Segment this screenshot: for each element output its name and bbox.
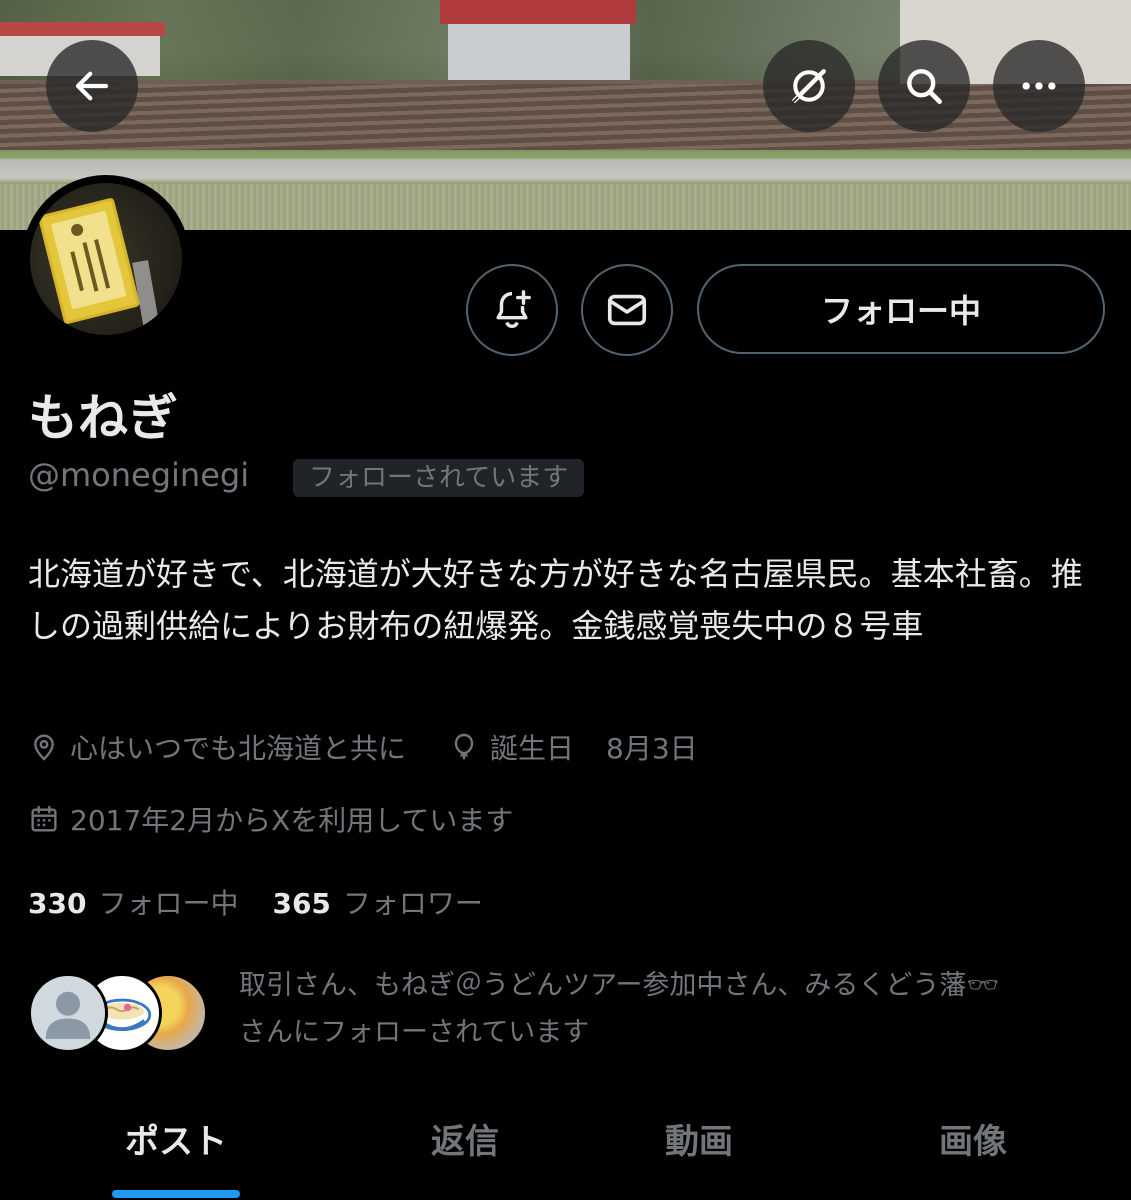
location-text: 心はいつでも北海道と共に <box>70 732 407 765</box>
joined-row: 2017年2月からXを利用しています <box>28 799 513 839</box>
tab-media[interactable]: 画像 <box>908 1114 1038 1163</box>
grok-button[interactable] <box>763 40 855 132</box>
joined: 2017年2月からXを利用しています <box>28 799 513 839</box>
profile-banner[interactable] <box>0 0 1131 230</box>
followers-stat[interactable]: 365 フォロワー <box>272 882 482 922</box>
avatar <box>28 973 108 1053</box>
back-button[interactable] <box>46 40 138 132</box>
profile-bio: 北海道が好きで、北海道が大好きな方が好きな名古屋県民。基本社畜。推しの過剰供給に… <box>28 555 1083 645</box>
more-horizontal-icon <box>1022 82 1056 90</box>
profile-avatar[interactable] <box>22 175 190 343</box>
banner-barn-roof <box>440 0 636 24</box>
banner-shed-roof <box>0 22 165 36</box>
following-count: 330 <box>28 887 87 920</box>
birthday-value: 8月3日 <box>606 732 698 765</box>
birthday: 誕生日 8月3日 <box>448 727 698 767</box>
following-button[interactable]: フォロー中 <box>697 264 1105 354</box>
mail-icon <box>607 294 647 326</box>
search-button[interactable] <box>878 40 970 132</box>
display-name: もねぎ <box>28 389 178 447</box>
balloon-icon <box>454 733 474 760</box>
more-button[interactable] <box>993 40 1085 132</box>
message-button[interactable] <box>581 264 673 356</box>
joined-text: 2017年2月からXを利用しています <box>70 804 514 837</box>
follow-stats: 330 フォロー中 365 フォロワー <box>28 882 483 922</box>
tab-posts[interactable]: ポスト <box>110 1114 242 1163</box>
known-followers-line2: さんにフォローされています <box>239 1017 590 1048</box>
profile-tabs: ポスト 返信 動画 画像 <box>0 1100 1131 1200</box>
followers-label: フォロワー <box>342 887 483 920</box>
tab-videos[interactable]: 動画 <box>634 1114 764 1163</box>
active-tab-indicator <box>112 1190 240 1198</box>
avatar-image <box>30 183 182 335</box>
arrow-left-icon <box>75 71 109 101</box>
following-stat[interactable]: 330 フォロー中 <box>28 882 238 922</box>
tab-replies[interactable]: 返信 <box>400 1114 530 1163</box>
calendar-icon <box>31 805 57 832</box>
known-followers-text[interactable]: 取引さん、もねぎ＠うどんツアー参加中さん、みるくどう藩🕶️ さんにフォローされて… <box>239 962 1109 1056</box>
grok-icon <box>790 69 826 105</box>
search-icon <box>907 69 942 104</box>
followers-count: 365 <box>272 887 331 920</box>
profile-meta-row: 心はいつでも北海道と共に 誕生日 8月3日 <box>28 727 698 767</box>
following-label: フォロー中 <box>98 887 239 920</box>
notify-button[interactable] <box>466 264 558 356</box>
avatar-card <box>37 197 141 325</box>
bell-plus-icon <box>496 290 531 329</box>
known-followers-line1: 取引さん、もねぎ＠うどんツアー参加中さん、みるくどう藩🕶️ <box>239 970 1000 1001</box>
location-pin-icon <box>34 734 54 761</box>
username: @moneginegi <box>28 456 250 494</box>
birthday-label: 誕生日 <box>490 732 575 765</box>
default-avatar-icon <box>45 991 91 1039</box>
known-followers-avatars[interactable] <box>28 973 213 1055</box>
follows-you-badge: フォローされています <box>293 459 585 497</box>
location: 心はいつでも北海道と共に <box>28 727 406 767</box>
